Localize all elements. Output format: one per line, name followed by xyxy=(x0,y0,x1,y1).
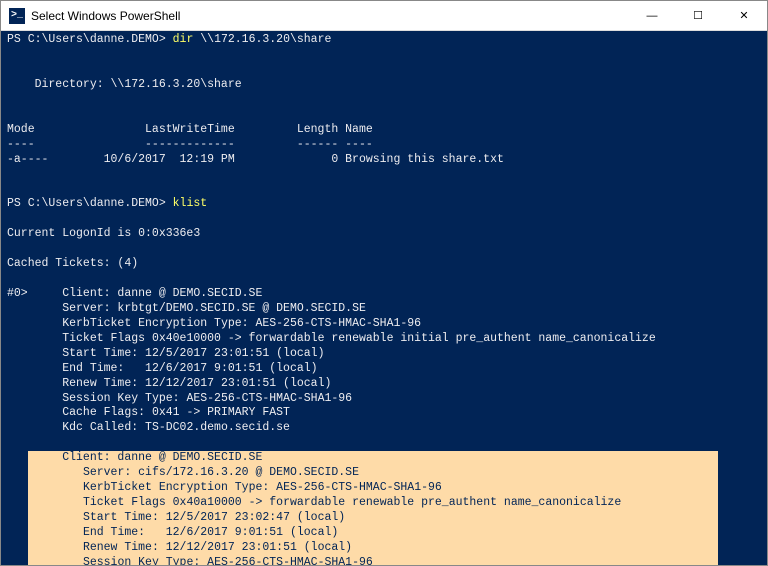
ticket-flags: Ticket Flags 0x40a10000 -> forwardable r… xyxy=(48,496,621,509)
ticket-flags: Ticket Flags 0x40e10000 -> forwardable r… xyxy=(28,332,656,345)
maximize-button[interactable]: ☐ xyxy=(675,1,721,30)
ticket-server: Server: krbtgt/DEMO.SECID.SE @ DEMO.SECI… xyxy=(28,302,366,315)
close-button[interactable]: ✕ xyxy=(721,1,767,30)
ticket-start: Start Time: 12/5/2017 23:01:51 (local) xyxy=(28,347,325,360)
ticket-renew: Renew Time: 12/12/2017 23:01:51 (local) xyxy=(48,541,352,554)
ticket-client: Client: danne @ DEMO.SECID.SE xyxy=(28,287,263,300)
command-klist: klist xyxy=(173,197,208,210)
ticket-client: Client: danne @ DEMO.SECID.SE xyxy=(28,451,263,464)
ticket-encryption: KerbTicket Encryption Type: AES-256-CTS-… xyxy=(28,317,421,330)
powershell-icon: >_ xyxy=(9,8,25,24)
prompt-path: PS C:\Users\danne.DEMO> xyxy=(7,197,173,210)
ticket-renew: Renew Time: 12/12/2017 23:01:51 (local) xyxy=(28,377,332,390)
dir-columns-sep: ---- ------------- ------ ---- xyxy=(7,138,373,151)
ticket-cache-flags: Cache Flags: 0x41 -> PRIMARY FAST xyxy=(28,406,290,419)
command-dir: dir xyxy=(173,33,194,46)
command-args: \\172.16.3.20\share xyxy=(193,33,331,46)
powershell-window: >_ Select Windows PowerShell — ☐ ✕ PS C:… xyxy=(0,0,768,566)
ticket-end: End Time: 12/6/2017 9:01:51 (local) xyxy=(28,362,318,375)
prompt-path: PS C:\Users\danne.DEMO> xyxy=(7,33,173,46)
klist-logon-id: Current LogonId is 0:0x336e3 xyxy=(7,227,200,240)
selected-ticket: Client: danne @ DEMO.SECID.SE Server: ci… xyxy=(28,451,718,565)
titlebar[interactable]: >_ Select Windows PowerShell — ☐ ✕ xyxy=(1,1,767,31)
powershell-icon-glyph: >_ xyxy=(11,10,23,21)
ticket-index: #0> xyxy=(7,287,28,300)
window-title: Select Windows PowerShell xyxy=(31,9,629,23)
window-controls: — ☐ ✕ xyxy=(629,1,767,30)
ticket-encryption: KerbTicket Encryption Type: AES-256-CTS-… xyxy=(48,481,441,494)
terminal-output[interactable]: PS C:\Users\danne.DEMO> dir \\172.16.3.2… xyxy=(1,31,767,565)
dir-header: Directory: \\172.16.3.20\share xyxy=(7,78,242,91)
ticket-kdc: Kdc Called: TS-DC02.demo.secid.se xyxy=(28,421,290,434)
ticket-start: Start Time: 12/5/2017 23:02:47 (local) xyxy=(48,511,345,524)
klist-cached-count: Cached Tickets: (4) xyxy=(7,257,138,270)
dir-columns: Mode LastWriteTime Length Name xyxy=(7,123,373,136)
prompt-line: PS C:\Users\danne.DEMO> klist xyxy=(7,197,207,210)
prompt-line: PS C:\Users\danne.DEMO> dir \\172.16.3.2… xyxy=(7,33,331,46)
ticket-session-key: Session Key Type: AES-256-CTS-HMAC-SHA1-… xyxy=(48,556,372,565)
ticket-session-key: Session Key Type: AES-256-CTS-HMAC-SHA1-… xyxy=(28,392,352,405)
dir-row: -a---- 10/6/2017 12:19 PM 0 Browsing thi… xyxy=(7,153,504,166)
minimize-button[interactable]: — xyxy=(629,1,675,30)
ticket-end: End Time: 12/6/2017 9:01:51 (local) xyxy=(48,526,338,539)
ticket-server: Server: cifs/172.16.3.20 @ DEMO.SECID.SE xyxy=(48,466,359,479)
